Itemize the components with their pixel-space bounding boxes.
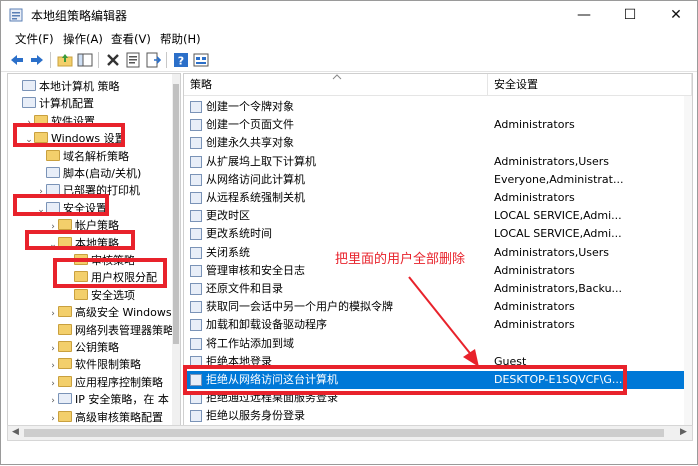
app-window: 本地组策略编辑器 — ☐ ✕ 文件(F) 操作(A) 查看(V) 帮助(H) ?… (0, 0, 698, 465)
annotation-text: 把里面的用户全部删除 (335, 252, 466, 267)
annotation-arrow (408, 276, 479, 367)
